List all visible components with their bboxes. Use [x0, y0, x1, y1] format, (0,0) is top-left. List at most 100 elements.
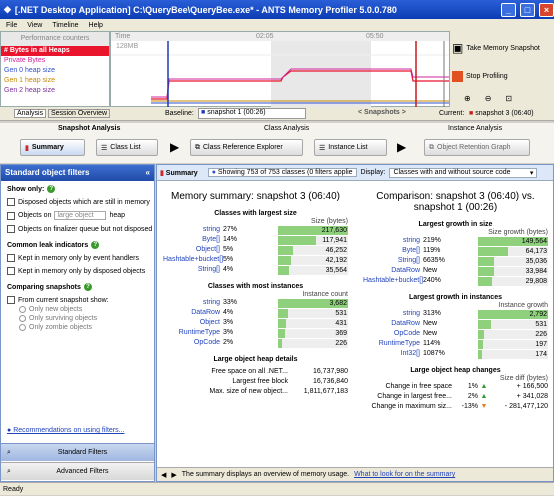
class-name-link[interactable]: String[] — [363, 256, 423, 266]
percent-value: 2% — [223, 339, 234, 346]
summary-tab[interactable]: ▮ Summary — [160, 169, 198, 177]
snapshot-analysis-header: Snapshot Analysis — [58, 125, 121, 132]
class-name-link[interactable]: Object — [163, 318, 223, 328]
filter-objects-on-heap[interactable]: Objects on large object heap — [7, 211, 154, 220]
class-name-link[interactable]: DataRow — [363, 266, 423, 276]
percent-value: 27% — [223, 226, 238, 233]
checkbox[interactable] — [7, 296, 15, 304]
counter-gen0[interactable]: Gen 0 heap size — [1, 66, 109, 76]
take-snapshot-button[interactable]: ▣ Take Memory Snapshot — [450, 39, 554, 57]
filter-kept-handlers[interactable]: Kept in memory only by event handlers — [7, 254, 154, 262]
minimize-button[interactable]: _ — [501, 2, 516, 17]
filter-from-current[interactable]: From current snapshot show: — [7, 296, 154, 304]
advanced-filters-button[interactable]: ⌕ Advanced Filters — [1, 462, 154, 480]
counter-gen1[interactable]: Gen 1 heap size — [1, 76, 109, 86]
back-icon[interactable]: ◀ — [161, 471, 166, 479]
menu-file[interactable]: File — [6, 22, 17, 29]
zoom-in-icon[interactable]: ⊕ — [464, 94, 471, 103]
class-name-link[interactable]: RuntimeType — [163, 328, 223, 338]
forward-icon[interactable]: ▶ — [171, 471, 176, 479]
checkbox[interactable] — [7, 267, 15, 275]
class-name-link[interactable]: Int32[] — [363, 349, 423, 359]
class-name-link[interactable]: OpCode — [163, 338, 223, 348]
checkbox[interactable] — [7, 225, 15, 233]
class-name-link[interactable]: string — [163, 298, 223, 308]
footer-link[interactable]: What to look for on the summary — [354, 471, 455, 478]
radio-button[interactable] — [19, 315, 26, 322]
bar-value: 2,792 — [529, 310, 547, 318]
class-name-link[interactable]: DataRow — [163, 308, 223, 318]
summary-step-button[interactable]: ▮ Summary — [20, 139, 85, 156]
radio-button[interactable] — [19, 306, 26, 313]
table-row: Int32[] 1087% 174 — [363, 349, 548, 359]
class-name-link[interactable]: Byte[] — [163, 235, 223, 245]
class-name-link[interactable]: OpCode — [363, 329, 423, 339]
close-button[interactable]: × — [539, 2, 554, 17]
class-reference-explorer-button[interactable]: ⧉ Class Reference Explorer — [190, 139, 303, 156]
filters-panel: Standard object filters « Show only:? Dis… — [0, 164, 155, 482]
increase-arrow-icon: ▲ — [480, 393, 488, 400]
counters-header: Performance counters — [1, 32, 109, 46]
value-bar — [278, 328, 285, 338]
list-icon: ☰ — [319, 144, 326, 152]
counter-private-bytes[interactable]: Private Bytes — [1, 56, 109, 66]
menu-timeline[interactable]: Timeline — [52, 22, 78, 29]
radio-button[interactable] — [19, 324, 26, 331]
heap-select[interactable]: large object — [54, 211, 107, 220]
class-name-link[interactable]: string — [363, 309, 423, 319]
radio-only-surviving[interactable]: Only surviving objects — [19, 315, 154, 322]
zoom-fit-icon[interactable]: ⊡ — [505, 94, 512, 103]
recommendations-link[interactable]: ● Recommendations on using filters... — [7, 427, 124, 434]
counter-gen2[interactable]: Gen 2 heap size — [1, 86, 109, 96]
class-name-link[interactable]: Byte[] — [363, 246, 423, 256]
table-row: String[] 4% 35,564 — [163, 265, 348, 275]
help-icon[interactable]: ? — [47, 185, 56, 193]
checkbox[interactable] — [7, 211, 15, 220]
snapshots-navigator[interactable]: < Snapshots > — [358, 109, 406, 116]
filter-finalizer[interactable]: Objects on finalizer queue but not dispo… — [7, 225, 154, 233]
stop-profiling-button[interactable]: Stop Profiling — [450, 69, 554, 84]
help-icon[interactable]: ? — [91, 241, 100, 249]
class-name-link[interactable]: string — [363, 236, 423, 246]
percent-value: 2% — [467, 393, 478, 400]
menu-view[interactable]: View — [27, 22, 42, 29]
growth-instances-table: string 313% 2,792 DataRow New 531 OpCode New 226… — [363, 309, 548, 359]
class-name-link[interactable]: String[] — [163, 265, 223, 275]
checkbox[interactable] — [7, 198, 15, 206]
collapse-icon[interactable]: « — [146, 165, 150, 181]
class-name-link[interactable]: DataRow — [363, 319, 423, 329]
table-row: string 219% 149,564 — [363, 236, 548, 246]
filter-disposed[interactable]: Disposed objects which are still in memo… — [7, 198, 154, 206]
percent-value: 33% — [223, 299, 238, 306]
class-name-link[interactable]: string — [163, 225, 223, 235]
counter-bytes-all-heaps[interactable]: # Bytes in all Heaps — [1, 46, 109, 56]
table-row: Max. size of new object... 1,811,677,183 — [163, 387, 348, 397]
class-name-link[interactable]: Object[] — [163, 245, 223, 255]
class-name-link[interactable]: Hashtable+bucket[] — [363, 276, 423, 286]
tab-session-overview[interactable]: Session Overview — [48, 109, 111, 118]
class-name-link[interactable]: Hashtable+bucket[] — [163, 255, 223, 265]
maximize-button[interactable]: □ — [520, 2, 535, 17]
standard-filters-button[interactable]: ⌕ Standard Filters — [1, 443, 154, 461]
value-bar-track: 431 — [278, 318, 348, 328]
menu-help[interactable]: Help — [89, 22, 103, 29]
timeline-graph[interactable]: Time 02:05 05:50 128MB — [110, 31, 450, 107]
object-retention-graph-button[interactable]: ⧉ Object Retention Graph — [424, 139, 530, 156]
class-list-step-button[interactable]: ☰ Class List — [96, 139, 158, 156]
zoom-out-icon[interactable]: ⊖ — [485, 94, 492, 103]
checkbox[interactable] — [7, 254, 15, 262]
value-bar — [478, 339, 483, 349]
radio-only-new[interactable]: Only new objects — [19, 306, 154, 313]
tab-analysis[interactable]: Analysis — [14, 109, 47, 118]
display-select[interactable]: Classes with and without source code ▾ — [389, 167, 538, 178]
instance-list-step-button[interactable]: ☰ Instance List — [314, 139, 387, 156]
radio-only-zombie[interactable]: Only zombie objects — [19, 324, 154, 331]
value-bar — [478, 266, 495, 276]
row-label: Max. size of new object... — [209, 388, 288, 395]
class-name-link[interactable]: RuntimeType — [363, 339, 423, 349]
baseline-select[interactable]: ■ snapshot 1 (00:26) — [198, 108, 306, 119]
percent-value: 114% — [423, 340, 441, 347]
help-icon[interactable]: ? — [83, 283, 92, 291]
filter-kept-disposed[interactable]: Kept in memory only by disposed objects — [7, 267, 154, 275]
bar-value: 35,036 — [525, 257, 547, 265]
